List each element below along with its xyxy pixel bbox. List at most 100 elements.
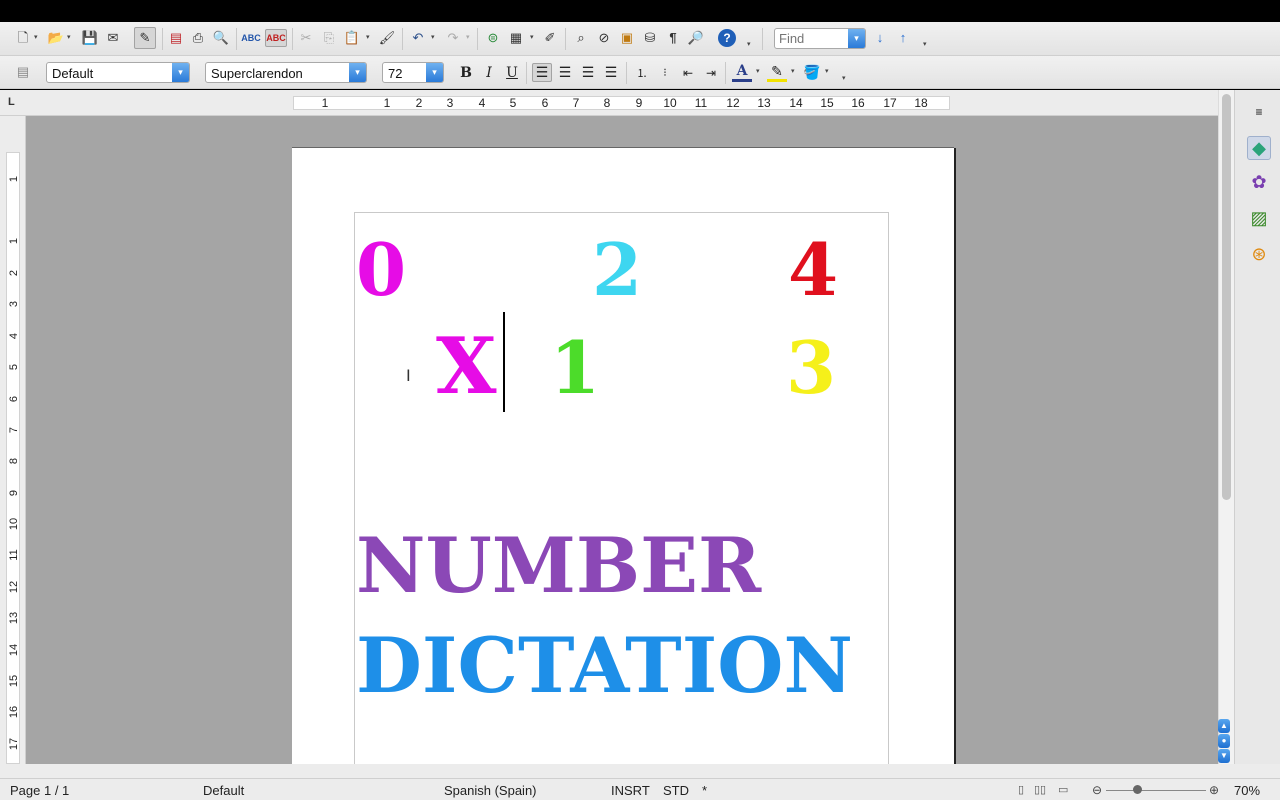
find-input[interactable]	[779, 31, 847, 46]
book-view-icon[interactable]: ▭	[1058, 783, 1068, 796]
selection-mode-status[interactable]: STD	[663, 783, 689, 798]
ruler-number: 14	[8, 643, 20, 657]
find-replace-icon[interactable]: ⌕	[572, 29, 590, 47]
font-name-dropdown[interactable]: ▾	[349, 63, 366, 82]
status-bar: Page 1 / 1 Default Spanish (Spain) INSRT…	[0, 778, 1280, 800]
page-style[interactable]: Default	[203, 783, 244, 798]
align-right-button[interactable]: ☰	[578, 63, 598, 82]
spellcheck-icon[interactable]: ABC	[241, 29, 261, 47]
underline-button[interactable]: U	[502, 63, 522, 82]
clone-format-icon[interactable]: 🖌	[378, 29, 396, 47]
background-color-icon[interactable]: 🪣	[802, 63, 822, 82]
font-size-dropdown[interactable]: ▾	[426, 63, 443, 82]
font-color-icon[interactable]: A	[732, 63, 752, 82]
toolbar-overflow-icon[interactable]: ▾	[747, 41, 754, 48]
paragraph-style-dropdown[interactable]: ▾	[172, 63, 189, 82]
ruler-number: 2	[415, 96, 423, 110]
gallery-icon[interactable]: ▣	[618, 29, 636, 47]
zoom-out-icon[interactable]: ⊖	[1092, 783, 1102, 797]
toolbar-separator	[402, 28, 403, 50]
increase-indent-icon[interactable]: ⇥	[701, 63, 721, 82]
tab-type-selector[interactable]: L	[8, 96, 15, 108]
open-folder-icon[interactable]: 📂	[47, 29, 65, 47]
styles-icon[interactable]: ✿	[1247, 170, 1271, 194]
table-dropdown[interactable]: ▾	[530, 34, 537, 41]
bold-button[interactable]: B	[456, 63, 476, 82]
find-dropdown-button[interactable]: ▾	[848, 29, 865, 48]
zoom-slider-handle[interactable]	[1133, 785, 1142, 794]
data-sources-icon[interactable]: ⛁	[641, 29, 659, 47]
styles-and-formatting-icon[interactable]: ▤	[14, 63, 32, 81]
single-page-view-icon[interactable]: ▯	[1018, 783, 1024, 796]
save-icon[interactable]: 💾	[81, 29, 99, 47]
digit-3: 3	[786, 325, 837, 410]
paste-icon[interactable]: 📋	[343, 29, 361, 47]
numbering-icon[interactable]: ⒈	[632, 63, 652, 82]
multi-page-view-icon[interactable]: ▯▯	[1034, 783, 1046, 796]
horizontal-ruler[interactable]: L 1 1 2 3 4 5 6 7 8 9 10 11 12 13 14 15 16 17 18	[0, 90, 1218, 116]
align-left-button[interactable]: ☰	[532, 63, 552, 82]
bullets-icon[interactable]: ⁝	[655, 63, 675, 82]
copy-icon[interactable]: ⎘	[320, 29, 338, 47]
gallery-icon[interactable]: ▨	[1247, 206, 1271, 230]
open-dropdown[interactable]: ▾	[67, 34, 74, 41]
document-page[interactable]: 0 2 4 X 1 3 I NUMBER DICTATION	[292, 148, 954, 764]
find-toolbar-overflow-icon[interactable]: ▾	[923, 41, 930, 48]
edit-mode-icon[interactable]: ✎	[134, 27, 156, 49]
italic-button[interactable]: I	[479, 63, 499, 82]
paste-dropdown[interactable]: ▾	[366, 34, 373, 41]
page-count[interactable]: Page 1 / 1	[10, 783, 69, 798]
draw-functions-icon[interactable]: ✐	[541, 29, 559, 47]
next-page-button[interactable]: ▼	[1218, 749, 1230, 763]
sidebar-menu-icon[interactable]: ≡	[1247, 100, 1271, 124]
font-name-combo[interactable]: Superclarendon ▾	[205, 62, 367, 83]
digit-4: 4	[788, 227, 839, 312]
undo-dropdown[interactable]: ▾	[431, 34, 438, 41]
background-color-dropdown[interactable]: ▾	[825, 68, 832, 75]
zoom-slider[interactable]	[1106, 790, 1206, 791]
email-icon[interactable]: ✉	[104, 29, 122, 47]
align-center-button[interactable]: ☰	[555, 63, 575, 82]
find-field[interactable]: ▾	[774, 28, 866, 49]
formatting-marks-icon[interactable]: ¶	[664, 29, 682, 47]
undo-icon[interactable]: ↶	[409, 29, 427, 47]
language-status[interactable]: Spanish (Spain)	[444, 783, 537, 798]
navigator-icon[interactable]: ⊛	[1247, 242, 1271, 266]
new-document-dropdown[interactable]: ▾	[34, 34, 41, 41]
help-icon[interactable]: ?	[718, 29, 736, 47]
export-pdf-icon[interactable]: ▤	[167, 29, 185, 47]
insert-mode-status[interactable]: INSRT	[611, 783, 650, 798]
hyperlink-icon[interactable]: ⊜	[484, 29, 502, 47]
cut-icon[interactable]: ✂	[297, 29, 315, 47]
print-preview-icon[interactable]: 🔍	[212, 29, 230, 47]
properties-icon[interactable]: ◆	[1247, 136, 1271, 160]
vertical-scrollbar[interactable]	[1218, 90, 1234, 764]
format-toolbar-overflow-icon[interactable]: ▾	[842, 75, 849, 82]
zoom-in-icon[interactable]: ⊕	[1209, 783, 1219, 797]
justify-button[interactable]: ☰	[601, 63, 621, 82]
paragraph-style-combo[interactable]: Default ▾	[46, 62, 190, 83]
zoom-level[interactable]: 70%	[1234, 783, 1260, 798]
find-previous-icon[interactable]: ↑	[894, 29, 912, 47]
highlight-icon[interactable]: ✎	[767, 63, 787, 82]
font-size-combo[interactable]: 72 ▾	[382, 62, 444, 83]
find-next-icon[interactable]: ↓	[871, 29, 889, 47]
document-canvas[interactable]: 0 2 4 X 1 3 I NUMBER DICTATION	[26, 116, 1218, 764]
navigation-button[interactable]: ●	[1218, 734, 1230, 748]
highlight-dropdown[interactable]: ▾	[791, 68, 798, 75]
vertical-ruler[interactable]: 1 1 2 3 4 5 6 7 8 9 10 11 12 13 14 15 16 17	[0, 116, 26, 764]
new-document-icon[interactable]: 🗋	[14, 29, 32, 47]
print-icon[interactable]: ⎙	[189, 29, 207, 47]
ruler-number: 1	[383, 96, 391, 110]
autospell-icon[interactable]: ABC	[265, 29, 287, 47]
previous-page-button[interactable]: ▲	[1218, 719, 1230, 733]
redo-icon[interactable]: ↷	[444, 29, 462, 47]
zoom-icon[interactable]: 🔎	[687, 29, 705, 47]
decrease-indent-icon[interactable]: ⇤	[678, 63, 698, 82]
font-color-dropdown[interactable]: ▾	[756, 68, 763, 75]
navigator-icon[interactable]: ⊘	[595, 29, 613, 47]
toolbar-separator	[292, 28, 293, 50]
redo-dropdown[interactable]: ▾	[466, 34, 473, 41]
table-icon[interactable]: ▦	[507, 29, 525, 47]
scrollbar-thumb[interactable]	[1222, 94, 1231, 500]
